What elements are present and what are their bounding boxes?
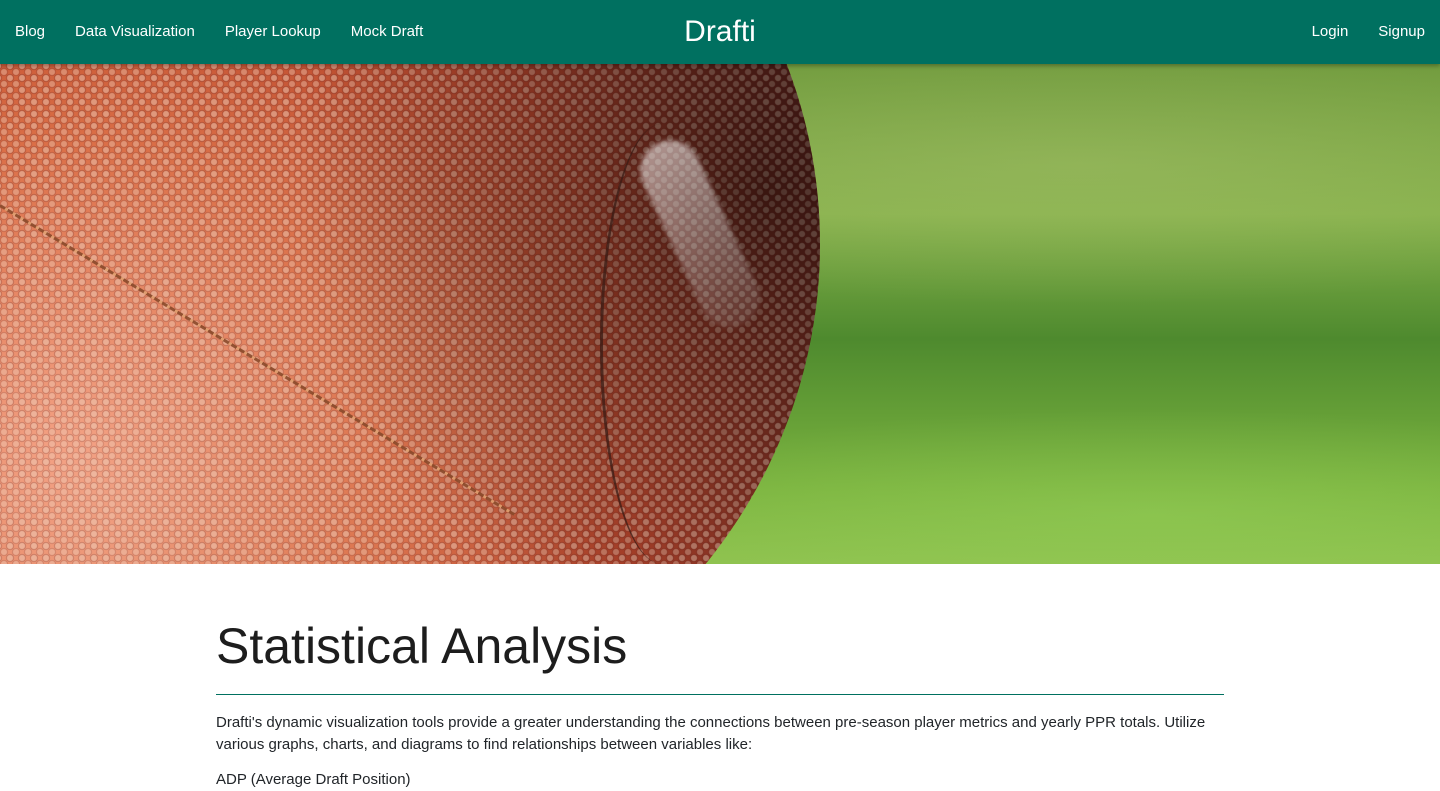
- nav-link-data-visualization[interactable]: Data Visualization: [60, 0, 210, 64]
- nav-link-player-lookup[interactable]: Player Lookup: [210, 0, 336, 64]
- metric-item-adp: ADP (Average Draft Position): [216, 771, 411, 788]
- main-content: Statistical Analysis Drafti's dynamic vi…: [216, 564, 1224, 791]
- intro-paragraph: Drafti's dynamic visualization tools pro…: [216, 714, 1206, 753]
- nav-link-blog[interactable]: Blog: [0, 0, 60, 64]
- brand-logo[interactable]: Drafti: [684, 0, 756, 64]
- hero-image: [0, 64, 1440, 564]
- title-divider: [216, 694, 1224, 695]
- page-title: Statistical Analysis: [216, 618, 628, 674]
- nav-left-links: Blog Data Visualization Player Lookup Mo…: [0, 0, 438, 64]
- nav-link-login[interactable]: Login: [1297, 0, 1364, 64]
- top-navbar: Blog Data Visualization Player Lookup Mo…: [0, 0, 1440, 64]
- nav-link-mock-draft[interactable]: Mock Draft: [336, 0, 439, 64]
- nav-link-signup[interactable]: Signup: [1363, 0, 1440, 64]
- nav-right-links: Login Signup: [1297, 0, 1440, 64]
